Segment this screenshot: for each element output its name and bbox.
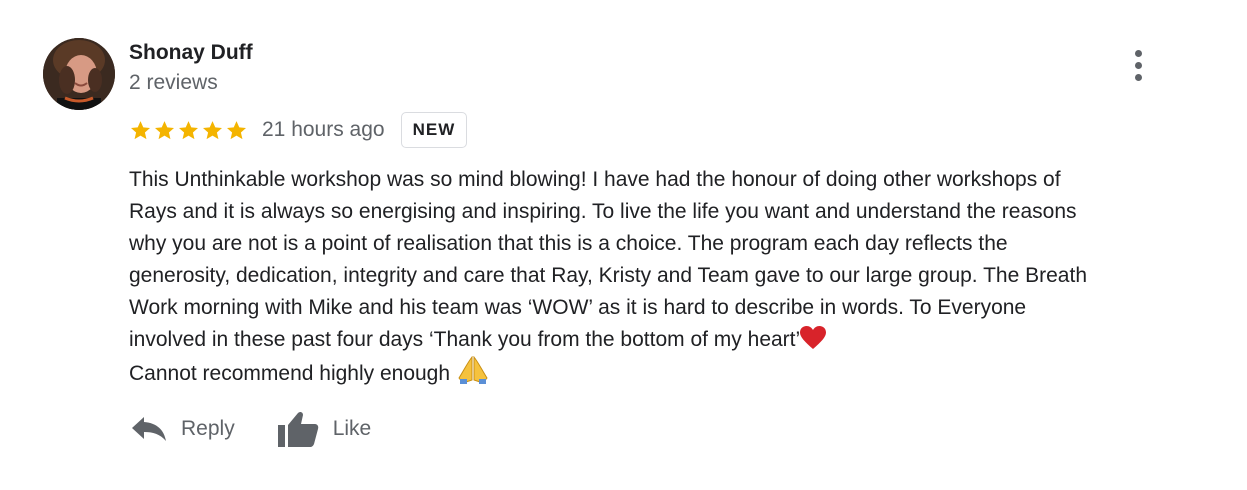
author-name[interactable]: Shonay Duff bbox=[129, 40, 253, 66]
thumb-up-icon bbox=[277, 411, 318, 447]
star-icon bbox=[131, 120, 150, 139]
avatar-photo bbox=[43, 38, 115, 110]
review-card: Shonay Duff 2 reviews 21 hours ago NEW T… bbox=[0, 0, 1247, 490]
star-rating bbox=[129, 119, 248, 142]
more-vert-icon bbox=[1135, 50, 1142, 57]
more-options-button[interactable] bbox=[1124, 48, 1154, 84]
star-icon bbox=[203, 120, 222, 139]
review-text-line: This Unthinkable workshop was so mind bl… bbox=[129, 168, 1061, 191]
review-text: This Unthinkable workshop was so mind bl… bbox=[129, 164, 1209, 390]
folded-hands-icon bbox=[458, 356, 488, 384]
review-time: 21 hours ago bbox=[262, 118, 385, 141]
more-vert-icon-dot bbox=[1135, 74, 1142, 81]
like-button[interactable]: Like bbox=[277, 410, 372, 448]
reply-button[interactable]: Reply bbox=[131, 416, 235, 442]
review-text-line: generosity, dedication, integrity and ca… bbox=[129, 264, 1087, 287]
star-icon bbox=[155, 120, 174, 139]
star-icon bbox=[179, 120, 198, 139]
red-heart-icon bbox=[800, 326, 827, 349]
review-text-line-with-emoji: Cannot recommend highly enough bbox=[129, 356, 1209, 390]
review-text-line: why you are not is a point of realisatio… bbox=[129, 232, 1008, 255]
review-actions: Reply Like bbox=[131, 404, 371, 454]
review-text-line: Work morning with Mike and his team was … bbox=[129, 296, 1027, 319]
author-review-count[interactable]: 2 reviews bbox=[129, 70, 218, 96]
reply-arrow-icon bbox=[132, 417, 166, 441]
review-text-line: Rays and it is always so energising and … bbox=[129, 200, 1077, 223]
new-badge: NEW bbox=[400, 112, 468, 148]
like-label: Like bbox=[332, 417, 372, 440]
reply-label: Reply bbox=[181, 417, 235, 440]
review-text-line: involved in these past four days ‘Thank … bbox=[129, 328, 801, 351]
star-icon bbox=[227, 120, 246, 139]
more-vert-icon-dot bbox=[1135, 62, 1142, 69]
avatar[interactable] bbox=[43, 38, 115, 110]
review-text-line-with-heart: involved in these past four days ‘Thank … bbox=[129, 324, 1209, 356]
review-text-line: Cannot recommend highly enough bbox=[129, 362, 456, 385]
rating-row: 21 hours ago NEW bbox=[129, 110, 468, 150]
